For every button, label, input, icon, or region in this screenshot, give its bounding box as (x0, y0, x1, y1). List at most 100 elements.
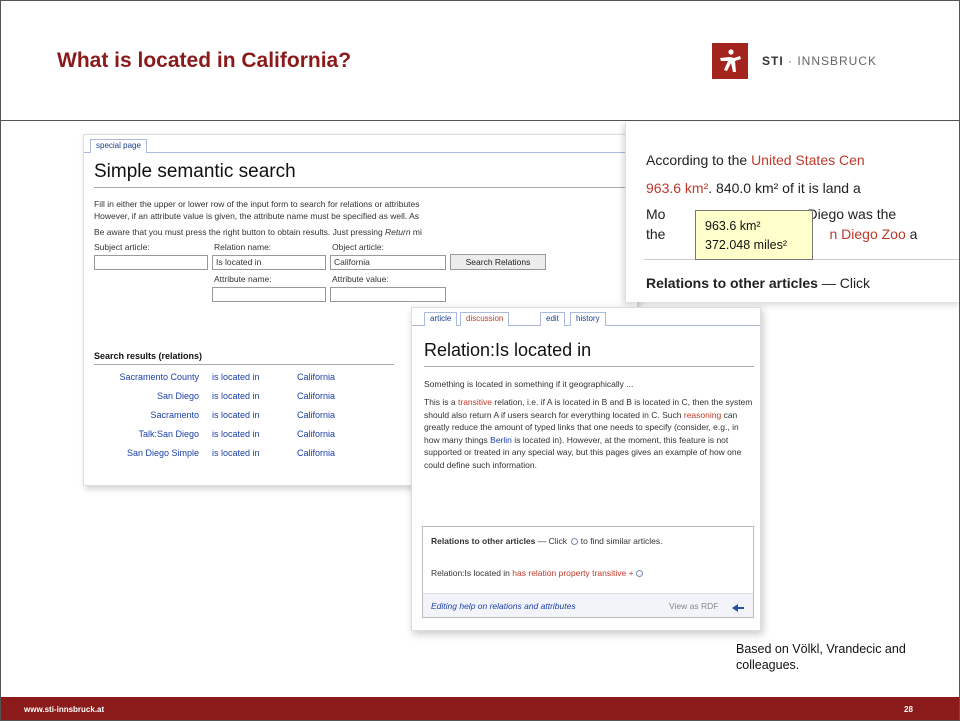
relations-box-label: Relations to other articles (431, 536, 536, 546)
body-part-1: This is a (424, 397, 459, 407)
results-heading: Search results (relations) (94, 351, 203, 361)
logo-separator: · (783, 54, 798, 68)
article-line-3-rest: Diego was the (807, 206, 897, 222)
reasoning-link[interactable]: reasoning (684, 410, 721, 420)
transitive-link[interactable]: transitive (458, 397, 492, 407)
tab-article[interactable]: article (424, 312, 458, 326)
result-subject-link[interactable]: San Diego (157, 391, 199, 401)
result-row: San Diego Simple is located in Californi… (84, 448, 384, 466)
attribute-value-label: Attribute value: (332, 274, 389, 284)
search-relations-button[interactable]: Search Relations (450, 254, 546, 270)
attribute-name-input[interactable] (212, 287, 326, 302)
result-object-link[interactable]: California (297, 372, 335, 382)
box-row-plus[interactable]: + (629, 568, 634, 578)
article-line-4-post: a (905, 226, 918, 242)
result-row: Sacramento is located in California (84, 410, 384, 428)
view-as-rdf-link[interactable]: View as RDF (669, 600, 729, 613)
relations-box-row: Relation:Is located in has relation prop… (431, 567, 751, 580)
search-title-rule (94, 187, 634, 188)
unit-tooltip: 963.6 km² 372.048 miles² (695, 210, 813, 260)
search-intro-3-em: Return (385, 227, 411, 237)
box-row-subject: Relation:Is located in (431, 568, 510, 578)
rdf-icon[interactable] (731, 600, 745, 612)
sti-logo: STI · INNSBRUCK (712, 43, 877, 79)
search-intro-3: Be aware that you must press the right b… (94, 227, 422, 237)
result-subject-link[interactable]: San Diego Simple (127, 448, 199, 458)
result-object-link[interactable]: California (297, 410, 335, 420)
tab-special-page[interactable]: special page (90, 139, 147, 153)
result-row: Talk:San Diego is located in California (84, 429, 384, 447)
search-icon[interactable] (635, 570, 643, 578)
search-intro-2: However, if an attribute value is given,… (94, 211, 420, 221)
search-tabbar: special page (84, 135, 637, 153)
result-relation-link[interactable]: is located in (212, 410, 260, 420)
census-link[interactable]: United States Cen (751, 152, 865, 168)
relation-page-title: Relation:Is located in (424, 340, 592, 360)
result-subject-link[interactable]: Sacramento County (119, 372, 199, 382)
relations-box-rest: — Click (535, 536, 570, 546)
tab-discussion[interactable]: discussion (460, 312, 510, 326)
result-object-link[interactable]: California (297, 429, 335, 439)
relation-title-rule (424, 366, 754, 367)
article-line-1-pre: According to the (646, 152, 752, 168)
object-input[interactable]: California (330, 255, 446, 270)
attribute-value-input[interactable] (330, 287, 446, 302)
relation-input[interactable]: Is located in (212, 255, 326, 270)
result-relation-link[interactable]: is located in (212, 372, 260, 382)
editing-help-link[interactable]: Editing help on relations and attributes (431, 600, 651, 613)
article-relations-rest: — Click (817, 275, 871, 291)
search-intro-1: Fill in either the upper or lower row of… (94, 199, 420, 209)
tab-history[interactable]: history (570, 312, 606, 326)
object-label: Object article: (332, 242, 384, 252)
result-subject-link[interactable]: Talk:San Diego (138, 429, 199, 439)
article-line-3-pre: Mo (646, 206, 666, 222)
transitive-value-link[interactable]: transitive (592, 568, 626, 578)
footer-bar: www.sti-innsbruck.at 28 (1, 697, 959, 720)
result-relation-link[interactable]: is located in (212, 429, 260, 439)
article-relations-line: Relations to other articles — Click (646, 275, 870, 291)
relations-box: Relations to other articles — Click to f… (422, 526, 754, 618)
relation-tabbar: article discussion edit history (412, 308, 760, 326)
relations-box-footer: Editing help on relations and attributes… (423, 593, 753, 617)
zoo-link[interactable]: n Diego Zoo (829, 226, 905, 242)
header-divider (1, 120, 959, 121)
article-line-1: According to the United States Cen (646, 152, 865, 168)
result-relation-link[interactable]: is located in (212, 391, 260, 401)
subject-label: Subject article: (94, 242, 150, 252)
slide-number: 28 (904, 705, 913, 714)
result-subject-link[interactable]: Sacramento (150, 410, 199, 420)
credit-text: Based on Völkl, Vrandecic and colleagues… (736, 642, 906, 672)
relation-label: Relation name: (214, 242, 272, 252)
search-page-title: Simple semantic search (94, 161, 296, 182)
tooltip-line-2: 372.048 miles² (705, 238, 787, 252)
logo-brand: STI (762, 54, 784, 68)
search-intro-3-post: mi (410, 227, 422, 237)
relation-body: This is a transitive relation, i.e. if A… (424, 396, 754, 471)
relation-screenshot: article discussion edit history Relation… (411, 307, 761, 631)
article-line-2: 963.6 km². 840.0 km² of it is land a (646, 180, 861, 196)
article-relations-label: Relations to other articles (646, 275, 818, 291)
sti-logo-text: STI · INNSBRUCK (762, 54, 877, 68)
berlin-link[interactable]: Berlin (490, 435, 512, 445)
results-rule (94, 364, 394, 365)
result-relation-link[interactable]: is located in (212, 448, 260, 458)
sti-logo-icon (712, 43, 748, 79)
article-line-2-rest: . 840.0 km² of it is land a (708, 180, 861, 196)
has-relation-property-link[interactable]: has relation property (512, 568, 590, 578)
slide: What is located in California? STI · INN… (0, 0, 960, 721)
article-line-4-pre: the (646, 226, 666, 242)
tab-edit[interactable]: edit (540, 312, 565, 326)
logo-name: INNSBRUCK (797, 54, 878, 68)
attribute-name-label: Attribute name: (214, 274, 272, 284)
footer-url: www.sti-innsbruck.at (24, 705, 105, 714)
relations-box-title: Relations to other articles — Click to f… (431, 535, 731, 548)
relation-summary: Something is located in something if it … (424, 379, 634, 389)
subject-input[interactable] (94, 255, 208, 270)
result-object-link[interactable]: California (297, 448, 335, 458)
result-row: Sacramento County is located in Californ… (84, 372, 384, 390)
tooltip-line-1: 963.6 km² (705, 219, 761, 233)
result-row: San Diego is located in California (84, 391, 384, 409)
result-object-link[interactable]: California (297, 391, 335, 401)
relations-box-rest2: to find similar articles. (578, 536, 663, 546)
area-link[interactable]: 963.6 km² (646, 180, 708, 196)
